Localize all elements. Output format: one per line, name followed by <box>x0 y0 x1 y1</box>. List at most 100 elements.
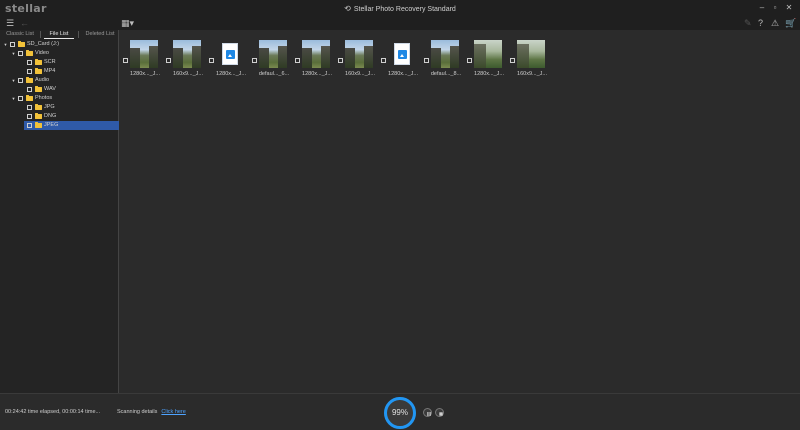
scanning-details: Scanning details Click here <box>117 409 186 415</box>
file-thumbnail[interactable]: defaul..._8... <box>424 40 466 80</box>
file-name: 160x9..._J... <box>345 71 375 77</box>
tree-item-sd-card[interactable]: ▼ SD_Card (J:) <box>0 40 119 49</box>
tab-divider <box>78 31 79 38</box>
folder-icon <box>35 86 42 92</box>
folder-icon <box>35 104 42 110</box>
file-name: 160x9..._J... <box>173 71 203 77</box>
file-thumbnail[interactable]: 160x9..._J... <box>510 40 552 80</box>
tree-checkbox[interactable] <box>27 69 32 74</box>
photo-preview <box>302 40 330 68</box>
file-checkbox[interactable] <box>467 58 472 63</box>
edit-icon[interactable]: ✎ <box>744 17 752 30</box>
click-here-link[interactable]: Click here <box>161 409 185 415</box>
tab-deleted-list[interactable]: Deleted List <box>82 30 118 39</box>
tree-checkbox[interactable] <box>18 78 23 83</box>
tree-item-mp4[interactable]: MP4 <box>0 67 119 76</box>
folder-icon <box>26 95 33 101</box>
tree-checkbox[interactable] <box>27 123 32 128</box>
recovery-icon: ⟲ <box>344 4 351 13</box>
tree-checkbox[interactable] <box>10 42 15 47</box>
tree-item-jpg[interactable]: JPG <box>0 103 119 112</box>
tab-classic-list[interactable]: Classic List <box>2 30 38 39</box>
tree-item-label: MP4 <box>44 68 56 74</box>
file-checkbox[interactable] <box>338 58 343 63</box>
tab-file-list[interactable]: File List <box>44 30 74 39</box>
time-elapsed: 00:24:42 time elapsed, 00:00:14 time... <box>5 409 101 415</box>
file-name: defaul..._8... <box>430 71 462 77</box>
file-checkbox[interactable] <box>252 58 257 63</box>
cart-icon[interactable]: 🛒 <box>785 17 796 30</box>
minimize-button[interactable]: – <box>755 2 769 14</box>
tree-checkbox[interactable] <box>18 51 23 56</box>
folder-icon <box>35 113 42 119</box>
stop-button[interactable] <box>435 408 444 417</box>
toolbar: ☰ ← ▦▾ ✎ ? ⚠ 🛒 <box>0 17 800 30</box>
file-checkbox[interactable] <box>209 58 214 63</box>
pause-button[interactable] <box>423 408 432 417</box>
photo-preview <box>259 40 287 68</box>
folder-icon <box>35 68 42 74</box>
file-checkbox[interactable] <box>295 58 300 63</box>
file-checkbox[interactable] <box>381 58 386 63</box>
file-thumbnail[interactable]: defaul..._6... <box>252 40 294 80</box>
tree-item-label: Photos <box>35 95 53 101</box>
tree-item-photos[interactable]: ▼ Photos <box>0 94 119 103</box>
tree-item-video[interactable]: ▼ Video <box>0 49 119 58</box>
file-thumbnail[interactable]: 1280x..._J... <box>381 40 423 80</box>
file-thumbnail[interactable]: 1280x..._J... <box>467 40 509 80</box>
help-icon[interactable]: ? <box>758 17 763 30</box>
tree-item-wav[interactable]: WAV <box>0 85 119 94</box>
tree-checkbox[interactable] <box>18 96 23 101</box>
tree-item-label: Video <box>35 50 49 56</box>
image-file-icon <box>222 43 238 65</box>
expand-arrow-icon[interactable]: ▼ <box>11 76 16 85</box>
file-thumbnail[interactable]: 1280x..._J... <box>209 40 251 80</box>
file-name: 1280x..._J... <box>302 71 332 77</box>
file-checkbox[interactable] <box>123 58 128 63</box>
warning-icon[interactable]: ⚠ <box>771 17 779 30</box>
tree-item-scr[interactable]: SCR <box>0 58 119 67</box>
tree-item-label: SCR <box>44 59 56 65</box>
file-thumbnail[interactable]: 1280x..._J... <box>123 40 165 80</box>
file-checkbox[interactable] <box>166 58 171 63</box>
file-checkbox[interactable] <box>510 58 515 63</box>
tree-checkbox[interactable] <box>27 105 32 110</box>
file-thumbnail[interactable]: 160x9..._J... <box>338 40 380 80</box>
title-bar: stellar ⟲ Stellar Photo Recovery Standard… <box>0 0 800 17</box>
pause-icon <box>426 411 431 416</box>
tree-item-audio[interactable]: ▼ Audio <box>0 76 119 85</box>
expand-arrow-icon[interactable]: ▼ <box>11 49 16 58</box>
progress-percent: 99% <box>391 408 408 417</box>
photo-preview <box>345 40 373 68</box>
photo-preview <box>517 40 545 68</box>
file-name: 1280x..._J... <box>216 71 246 77</box>
tree-item-dng[interactable]: DNG <box>0 112 119 121</box>
file-checkbox[interactable] <box>424 58 429 63</box>
close-button[interactable]: ✕ <box>782 2 796 14</box>
file-thumbnail[interactable]: 1280x..._J... <box>295 40 337 80</box>
image-file-icon <box>394 43 410 65</box>
menu-icon[interactable]: ☰ <box>6 17 14 30</box>
file-thumbnail[interactable]: 160x9..._J... <box>166 40 208 80</box>
tree-checkbox[interactable] <box>27 114 32 119</box>
tree-checkbox[interactable] <box>27 60 32 65</box>
back-icon[interactable]: ← <box>20 17 29 30</box>
window-title-text: Stellar Photo Recovery Standard <box>353 6 456 13</box>
folder-icon <box>35 122 42 128</box>
tree-item-label: Audio <box>35 77 50 83</box>
expand-arrow-icon[interactable]: ▼ <box>11 94 16 103</box>
file-name: 1280x..._J... <box>130 71 160 77</box>
folder-icon <box>35 59 42 65</box>
folder-icon <box>26 50 33 56</box>
photo-preview <box>173 40 201 68</box>
view-toggle-icon[interactable]: ▦▾ <box>121 17 134 30</box>
tree-checkbox[interactable] <box>27 87 32 92</box>
tree-item-label: JPEG <box>44 122 59 128</box>
left-panel: Classic List File List Deleted List ▼ SD… <box>0 30 119 393</box>
expand-arrow-icon[interactable]: ▼ <box>3 40 8 49</box>
folder-icon <box>18 41 25 47</box>
tree-item-jpeg[interactable]: JPEG <box>24 121 119 130</box>
tree-item-label: DNG <box>44 113 57 119</box>
stop-icon <box>438 411 443 416</box>
maximize-button[interactable]: ▫ <box>768 2 782 14</box>
